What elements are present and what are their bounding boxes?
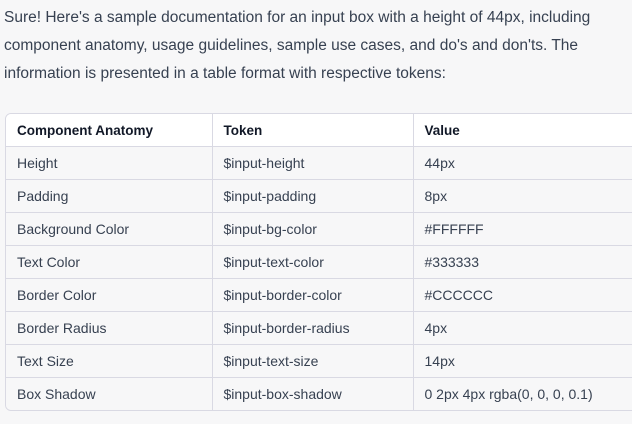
- table-row: Text Size $input-text-size 14px: [6, 344, 632, 378]
- cell-token: $input-text-size: [212, 344, 414, 378]
- cell-anatomy: Border Radius: [6, 311, 213, 345]
- cell-anatomy: Padding: [6, 179, 213, 213]
- cell-token: $input-box-shadow: [212, 377, 414, 410]
- column-header-token: Token: [212, 114, 414, 147]
- cell-anatomy: Border Color: [6, 278, 213, 312]
- cell-value: #333333: [413, 245, 632, 279]
- intro-line-3: information is presented in a table form…: [4, 65, 446, 82]
- cell-value: 8px: [413, 179, 632, 213]
- cell-token: $input-border-color: [212, 278, 414, 312]
- cell-value: #CCCCCC: [413, 278, 632, 312]
- cell-value: 4px: [413, 311, 632, 345]
- intro-line-1: Sure! Here's a sample documentation for …: [4, 9, 591, 26]
- cell-anatomy: Height: [6, 146, 213, 180]
- tokens-table-container: Component Anatomy Token Value Height $in…: [5, 113, 632, 411]
- cell-token: $input-height: [212, 146, 414, 180]
- table-row: Border Color $input-border-color #CCCCCC: [6, 278, 632, 312]
- cell-anatomy: Box Shadow: [6, 377, 213, 410]
- cell-anatomy: Background Color: [6, 212, 213, 246]
- cell-value: 0 2px 4px rgba(0, 0, 0, 0.1): [413, 377, 632, 410]
- cell-anatomy: Text Size: [6, 344, 213, 378]
- cell-value: #FFFFFF: [413, 212, 632, 246]
- cell-token: $input-text-color: [212, 245, 414, 279]
- table-row: Background Color $input-bg-color #FFFFFF: [6, 212, 632, 246]
- cell-value: 44px: [413, 146, 632, 180]
- cell-token: $input-bg-color: [212, 212, 414, 246]
- table-header-row: Component Anatomy Token Value: [6, 114, 632, 147]
- tokens-table: Component Anatomy Token Value Height $in…: [6, 114, 632, 410]
- cell-value: 14px: [413, 344, 632, 378]
- table-row: Height $input-height 44px: [6, 146, 632, 180]
- table-row: Text Color $input-text-color #333333: [6, 245, 632, 279]
- table-row: Padding $input-padding 8px: [6, 179, 632, 213]
- cell-anatomy: Text Color: [6, 245, 213, 279]
- intro-line-2: component anatomy, usage guidelines, sam…: [4, 37, 579, 54]
- cell-token: $input-border-radius: [212, 311, 414, 345]
- table-row: Border Radius $input-border-radius 4px: [6, 311, 632, 345]
- column-header-component-anatomy: Component Anatomy: [6, 114, 213, 147]
- column-header-value: Value: [413, 114, 632, 147]
- cell-token: $input-padding: [212, 179, 414, 213]
- intro-paragraph: Sure! Here's a sample documentation for …: [4, 4, 628, 88]
- table-row: Box Shadow $input-box-shadow 0 2px 4px r…: [6, 377, 632, 410]
